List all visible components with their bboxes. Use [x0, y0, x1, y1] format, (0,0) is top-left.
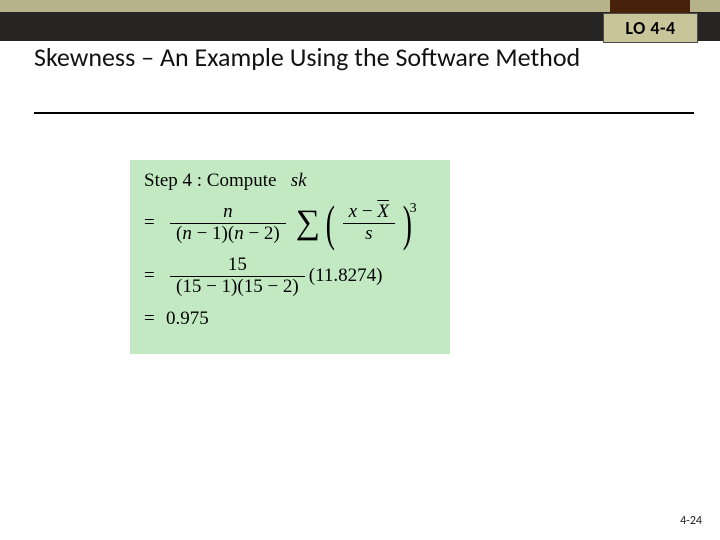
sigma-icon: ∑ — [296, 206, 320, 240]
plug-den-left: 15 — [182, 276, 201, 297]
formula-general: = n (n − 1)(n − 2) ∑ ( x − X s ) 3 — [144, 202, 436, 245]
plug-num: 15 — [170, 255, 305, 276]
coef-den-left: n — [182, 223, 192, 244]
sum-xbar: X — [377, 201, 389, 222]
sum-term: ( x − X s ) 3 — [322, 202, 423, 245]
title-container: Skewness – An Example Using the Software… — [34, 43, 594, 73]
formula-plugged: = 15 (15 − 1)(15 − 2) (11.8274) — [144, 255, 436, 298]
step-label: Step 4 : Compute — [144, 170, 276, 191]
step-line: Step 4 : Compute sk — [144, 170, 436, 192]
formula-result: = 0.975 — [144, 308, 436, 330]
equals-1: = — [144, 212, 166, 234]
lo-badge: LO 4-4 — [603, 13, 698, 43]
coef-fraction-plugged: 15 (15 − 1)(15 − 2) — [170, 255, 305, 298]
step-var: sk — [291, 170, 307, 191]
plug-minus1: 1 — [222, 276, 232, 297]
coef-num: n — [223, 201, 233, 222]
equals-2: = — [144, 265, 166, 287]
sum-value-wrap: (11.8274) — [309, 265, 383, 287]
title-underline — [34, 112, 694, 114]
page-number: 4-24 — [680, 514, 702, 528]
plug-den-right: 15 — [244, 276, 263, 297]
minus2: 2 — [264, 223, 274, 244]
sum-value: 11.8274 — [315, 265, 376, 286]
sum-den: s — [365, 223, 372, 244]
slide-title: Skewness – An Example Using the Software… — [34, 43, 594, 73]
power-3: 3 — [410, 201, 417, 217]
decor-lo-dark — [610, 0, 690, 14]
coef-den-right: n — [234, 223, 244, 244]
plug-minus2: 2 — [283, 276, 293, 297]
formula-panel: Step 4 : Compute sk = n (n − 1)(n − 2) ∑… — [130, 160, 450, 354]
coef-fraction-general: n (n − 1)(n − 2) — [170, 202, 286, 245]
left-paren-icon: ( — [326, 207, 335, 240]
result-value: 0.975 — [166, 308, 209, 330]
equals-3: = — [144, 308, 166, 330]
minus1: 1 — [212, 223, 222, 244]
sum-x: x — [349, 201, 357, 222]
sum-fraction: x − X s — [343, 202, 395, 245]
